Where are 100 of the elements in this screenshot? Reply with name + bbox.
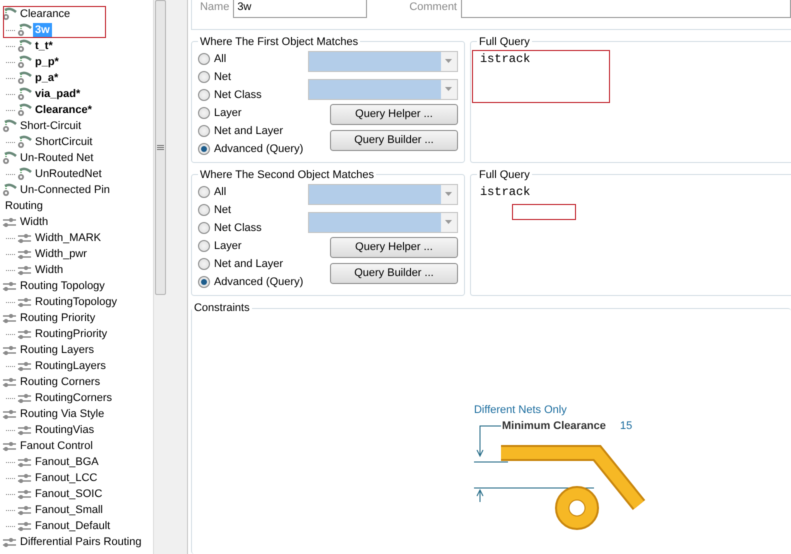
radio-option[interactable]: Net bbox=[198, 68, 304, 86]
rule-icon bbox=[2, 312, 17, 324]
radio-option[interactable]: Net and Layer bbox=[198, 122, 304, 140]
tree-item[interactable]: t_t* bbox=[0, 38, 55, 54]
tree-item[interactable]: UnRoutedNet bbox=[0, 166, 104, 182]
rule-icon bbox=[17, 520, 32, 532]
splitter[interactable] bbox=[167, 0, 188, 554]
scope-label: Different Nets Only bbox=[474, 404, 567, 416]
tree-item[interactable]: Width bbox=[0, 214, 50, 230]
radio-option[interactable]: All bbox=[198, 182, 304, 201]
tree-item[interactable]: Fanout_SOIC bbox=[0, 486, 104, 502]
tree-item[interactable]: Fanout Control bbox=[0, 438, 95, 454]
dropdown[interactable] bbox=[308, 78, 458, 100]
caret-icon bbox=[445, 59, 452, 64]
caret-icon bbox=[445, 87, 452, 92]
tree-item[interactable]: Clearance* bbox=[0, 102, 94, 118]
rule-icon bbox=[17, 296, 32, 308]
radio-option[interactable]: Net and Layer bbox=[198, 254, 304, 273]
radio-option[interactable]: Layer bbox=[198, 236, 304, 255]
tree-item[interactable]: RoutingPriority bbox=[0, 326, 110, 342]
tree-item[interactable]: Fanout_LCC bbox=[0, 470, 100, 486]
tree-item[interactable]: p_p* bbox=[0, 54, 61, 70]
radio-option[interactable]: Advanced (Query) bbox=[198, 272, 304, 291]
group-title: Where The First Object Matches bbox=[198, 36, 360, 48]
dropdown[interactable] bbox=[308, 50, 458, 72]
radio-option[interactable]: All bbox=[198, 50, 304, 68]
rule-icon bbox=[17, 488, 32, 500]
rule-icon bbox=[17, 135, 32, 149]
tree-item[interactable]: RoutingCorners bbox=[0, 390, 114, 406]
rule-icon bbox=[17, 39, 32, 53]
tree-item[interactable]: Fanout_Small bbox=[0, 502, 105, 518]
tree-item[interactable]: Width_MARK bbox=[0, 230, 104, 246]
dropdown[interactable] bbox=[308, 184, 458, 205]
query-title: Full Query bbox=[478, 168, 531, 181]
tree-item[interactable]: Fanout_Default bbox=[0, 518, 112, 534]
query-button[interactable]: Query Helper ... bbox=[330, 104, 458, 125]
rule-icon bbox=[17, 264, 32, 276]
tree-item[interactable]: RoutingVias bbox=[0, 422, 96, 438]
caret-icon bbox=[445, 192, 452, 196]
tree-item[interactable]: Width_pwr bbox=[0, 246, 89, 262]
tree-item[interactable]: Short-Circuit bbox=[0, 118, 84, 134]
query-title: Full Query bbox=[478, 36, 531, 48]
tree-item[interactable]: Routing Priority bbox=[0, 310, 98, 326]
rule-icon bbox=[17, 472, 32, 484]
radio-option[interactable]: Net Class bbox=[198, 218, 304, 237]
query-text: istrack bbox=[480, 52, 530, 66]
rule-icon bbox=[17, 504, 32, 516]
constraints-title: Constraints bbox=[192, 302, 251, 314]
rule-icon bbox=[17, 23, 32, 37]
rule-icon bbox=[17, 248, 32, 260]
rule-icon bbox=[17, 456, 32, 468]
rule-icon bbox=[17, 87, 32, 101]
rule-icon bbox=[2, 408, 17, 420]
rule-icon bbox=[17, 424, 32, 436]
tree-item[interactable]: Fanout_BGA bbox=[0, 454, 101, 470]
rule-icon bbox=[17, 232, 32, 244]
name-field[interactable]: 3w bbox=[233, 0, 368, 18]
rule-value[interactable]: 15 bbox=[620, 420, 632, 432]
rule-icon bbox=[17, 55, 32, 69]
tree-item[interactable]: Un-Routed Net bbox=[0, 150, 96, 166]
rule-label: Minimum Clearance bbox=[502, 420, 606, 432]
tree-item[interactable]: Routing Topology bbox=[0, 278, 107, 294]
rule-icon bbox=[17, 328, 32, 340]
rule-icon bbox=[17, 392, 32, 404]
radio-option[interactable]: Net Class bbox=[198, 86, 304, 104]
query-button[interactable]: Query Helper ... bbox=[330, 236, 458, 258]
tree-item[interactable]: Routing bbox=[0, 198, 45, 214]
radio-option[interactable]: Advanced (Query) bbox=[198, 140, 304, 158]
dropdown[interactable] bbox=[308, 212, 458, 233]
rule-icon bbox=[2, 280, 17, 292]
tree-item[interactable]: Routing Via Style bbox=[0, 406, 106, 422]
tree-item[interactable]: Routing Corners bbox=[0, 374, 102, 390]
tree-item[interactable]: Clearance bbox=[0, 6, 72, 22]
query-button[interactable]: Query Builder ... bbox=[330, 262, 458, 284]
highlight-overlay bbox=[512, 204, 576, 220]
scroll-thumb[interactable] bbox=[155, 0, 166, 295]
name-label: Name bbox=[200, 1, 230, 13]
tree-item[interactable]: Differential Pairs Routing bbox=[0, 534, 144, 550]
tree-item[interactable]: p_a* bbox=[0, 70, 60, 86]
grip-icon bbox=[157, 144, 164, 150]
rule-icon bbox=[2, 536, 17, 548]
scrollbar[interactable] bbox=[153, 0, 168, 554]
tree-item[interactable]: via_pad* bbox=[0, 86, 82, 102]
tree-item[interactable]: Routing Layers bbox=[0, 342, 96, 358]
radio-option[interactable]: Net bbox=[198, 200, 304, 219]
rule-icon bbox=[17, 360, 32, 372]
tree-item[interactable]: Width bbox=[0, 262, 66, 278]
query-button[interactable]: Query Builder ... bbox=[330, 130, 458, 151]
tree-item[interactable]: ShortCircuit bbox=[0, 134, 94, 150]
rule-icon bbox=[2, 376, 17, 388]
rule-icon bbox=[17, 71, 32, 85]
tree-item[interactable]: Un-Connected Pin bbox=[0, 182, 112, 198]
rule-icon bbox=[2, 440, 17, 452]
rule-icon bbox=[17, 167, 32, 181]
comment-field[interactable] bbox=[461, 0, 791, 18]
rule-icon bbox=[17, 103, 32, 117]
radio-option[interactable]: Layer bbox=[198, 104, 304, 122]
rule-icon bbox=[2, 216, 17, 228]
tree-item[interactable]: RoutingTopology bbox=[0, 294, 119, 310]
tree-item[interactable]: RoutingLayers bbox=[0, 358, 108, 374]
